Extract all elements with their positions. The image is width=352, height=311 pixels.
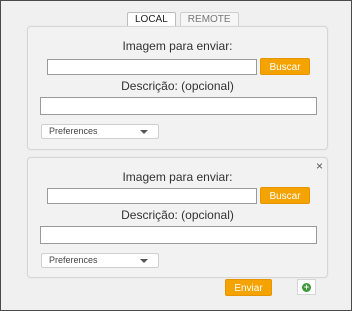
add-icon: + [302, 282, 311, 292]
preferences-label: Preferences [49, 126, 98, 136]
description-label: Descrição: (opcional) [121, 208, 234, 222]
source-tabs: LOCAL REMOTE [127, 12, 239, 27]
file-path-input[interactable] [47, 59, 257, 75]
description-label: Descrição: (opcional) [121, 79, 234, 93]
preferences-select[interactable]: Preferences [41, 124, 159, 139]
tab-remote[interactable]: REMOTE [179, 12, 239, 27]
buscar-button[interactable]: Buscar [260, 58, 310, 75]
add-upload-button[interactable]: + [297, 279, 316, 295]
chevron-down-icon [140, 259, 148, 263]
image-label: Imagem para enviar: [122, 170, 233, 184]
upload-panel-1: Imagem para enviar: Buscar Descrição: (o… [27, 26, 328, 150]
description-input[interactable] [40, 97, 317, 115]
preferences-select[interactable]: Preferences [41, 253, 159, 268]
upload-panel-2: × Imagem para enviar: Buscar Descrição: … [27, 157, 328, 278]
image-label: Imagem para enviar: [122, 39, 233, 53]
file-path-input[interactable] [47, 188, 257, 204]
chevron-down-icon [140, 130, 148, 134]
buscar-button[interactable]: Buscar [260, 187, 310, 204]
enviar-button[interactable]: Enviar [225, 279, 272, 296]
upload-dialog: LOCAL REMOTE Imagem para enviar: Buscar … [0, 0, 352, 311]
preferences-label: Preferences [49, 255, 98, 265]
description-input[interactable] [40, 226, 317, 244]
tab-local[interactable]: LOCAL [127, 12, 176, 27]
